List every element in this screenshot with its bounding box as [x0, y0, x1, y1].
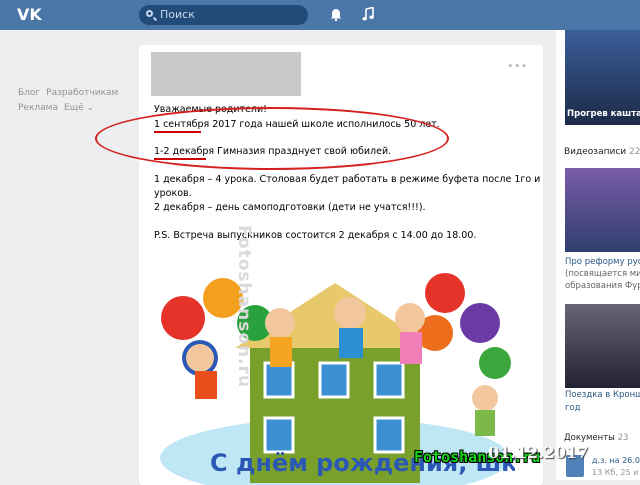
- document-name[interactable]: д.з. на 26.0: [592, 456, 640, 465]
- video-2-title-line2[interactable]: год: [565, 403, 581, 413]
- date-watermark: 01.12.2017: [488, 443, 589, 462]
- video-1-title-line2: (посвящается ми: [565, 269, 640, 279]
- documents-label: Документы: [564, 433, 615, 443]
- redacted-author-block: [151, 52, 301, 96]
- link-more[interactable]: Ещё ⌄: [64, 103, 94, 113]
- video-1-title-line1[interactable]: Про реформу рус: [565, 257, 640, 267]
- post-line-5: P.S. Встреча выпускников состоится 2 дек…: [154, 230, 477, 241]
- video-2-title-line1[interactable]: Поездка в Кронш: [565, 390, 640, 400]
- videos-header[interactable]: Видеозаписи 22: [564, 147, 640, 157]
- video-1-title-line3: образования Фур: [565, 281, 640, 291]
- videos-count: 22: [629, 147, 640, 157]
- left-menu-links: Блог Разработчикам Реклама Ещё ⌄: [18, 86, 124, 116]
- documents-count: 23: [617, 433, 629, 443]
- link-blog[interactable]: Блог: [18, 88, 40, 98]
- post-line-3b: уроков.: [154, 188, 192, 199]
- top-photo-caption: Прогрев каштанов: [567, 109, 640, 119]
- post-actions-menu[interactable]: •••: [507, 61, 528, 72]
- link-developers[interactable]: Разработчикам: [46, 88, 118, 98]
- videos-label: Видеозаписи: [564, 147, 627, 157]
- top-navigation-bar: VK Поиск: [0, 0, 640, 30]
- link-ads[interactable]: Реклама: [18, 103, 58, 113]
- vk-logo[interactable]: VK: [17, 6, 43, 24]
- search-icon: [146, 10, 153, 17]
- red-highlight-ellipse: [95, 107, 449, 170]
- search-input[interactable]: Поиск: [139, 5, 308, 25]
- vertical-watermark: Fotoshanson.ru: [234, 225, 254, 389]
- search-placeholder: Поиск: [160, 8, 195, 21]
- post-line-3a: 1 декабря – 4 урока. Столовая будет рабо…: [154, 174, 543, 185]
- documents-header[interactable]: Документы 23: [564, 433, 628, 443]
- post-line-4: 2 декабря – день самоподготовки (дети не…: [154, 202, 426, 213]
- video-thumbnail-2[interactable]: [565, 304, 640, 388]
- music-note-icon[interactable]: [362, 7, 374, 21]
- bell-icon[interactable]: [330, 8, 342, 21]
- document-meta: 13 Кб, 25 и: [592, 468, 639, 477]
- video-thumbnail-1[interactable]: [565, 168, 640, 252]
